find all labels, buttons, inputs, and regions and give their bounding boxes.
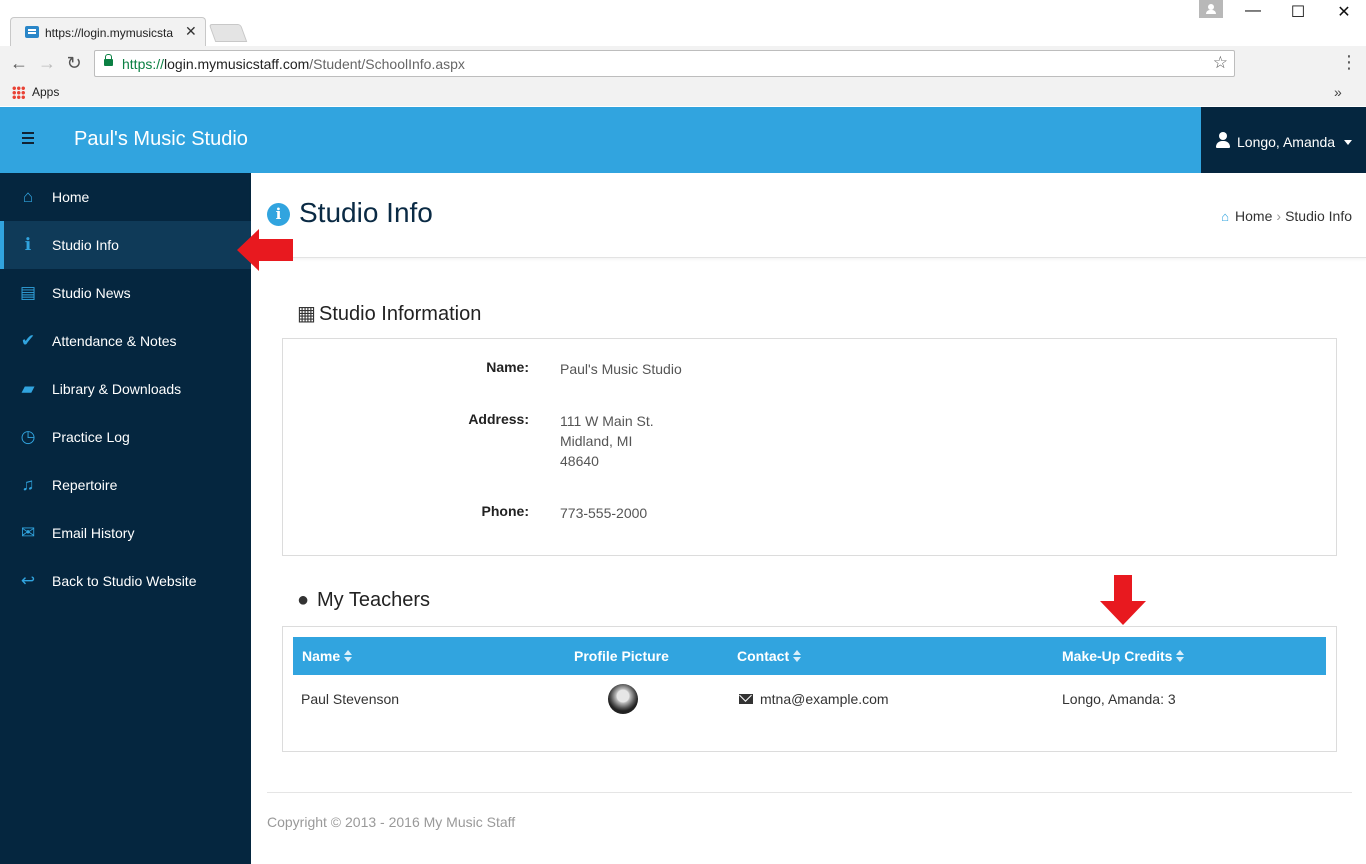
- browser-tab[interactable]: https://login.mymusicsta ✕: [10, 17, 206, 46]
- studio-brand[interactable]: Paul's Music Studio: [74, 128, 248, 151]
- sidebar-item-label: Studio Info: [52, 237, 119, 253]
- browser-toolbar: ← → ↻ https://login.mymusicstaff.com/Stu…: [0, 46, 1366, 82]
- hamburger-menu-icon[interactable]: [22, 132, 34, 146]
- apps-bookmark[interactable]: Apps: [32, 85, 59, 99]
- sidebar-item-attendance-notes[interactable]: ✔ Attendance & Notes: [0, 317, 251, 365]
- sidebar-item-label: Email History: [52, 525, 135, 541]
- sidebar-item-library-downloads[interactable]: ▰ Library & Downloads: [0, 365, 251, 413]
- sidebar-item-repertoire[interactable]: ♫ Repertoire: [0, 461, 251, 509]
- sidebar-item-label: Home: [52, 189, 90, 205]
- browser-profile-icon[interactable]: [1199, 0, 1223, 18]
- breadcrumb-current: Studio Info: [1285, 208, 1352, 224]
- phone-label: Phone:: [481, 503, 529, 519]
- sidebar-item-back-to-website[interactable]: ↩ Back to Studio Website: [0, 557, 251, 605]
- bookmark-star-icon[interactable]: ☆: [1213, 53, 1228, 73]
- forward-arrow-icon[interactable]: →: [35, 53, 59, 74]
- user-name: Longo, Amanda: [1237, 134, 1336, 150]
- lock-icon: [104, 54, 113, 66]
- red-arrow-down-annotation: [1100, 575, 1146, 625]
- column-header-contact[interactable]: Contact: [737, 648, 802, 664]
- page-title: Studio Info: [299, 197, 433, 228]
- sidebar-item-studio-info[interactable]: ℹ Studio Info: [0, 221, 251, 269]
- sidebar-item-label: Attendance & Notes: [52, 333, 177, 349]
- reply-icon: ↩: [20, 571, 36, 590]
- studio-information-panel: Name: Paul's Music Studio Address: 111 W…: [282, 338, 1337, 556]
- address-value: 111 W Main St. Midland, MI 48640: [560, 411, 654, 471]
- address-label: Address:: [468, 411, 529, 427]
- favicon-icon: [25, 26, 39, 38]
- home-icon: ⌂: [22, 187, 34, 206]
- name-label: Name:: [486, 359, 529, 375]
- breadcrumb: ⌂ Home › Studio Info: [1221, 208, 1352, 224]
- info-icon: ℹ: [24, 235, 32, 254]
- apps-grid-icon[interactable]: [12, 86, 25, 99]
- sidebar-item-label: Studio News: [52, 285, 131, 301]
- address-line: 111 W Main St.: [560, 413, 654, 429]
- page-header: i Studio Info ⌂ Home › Studio Info: [251, 173, 1366, 258]
- address-bar[interactable]: https://login.mymusicstaff.com/Student/S…: [94, 50, 1235, 77]
- bookmarks-overflow-icon[interactable]: »: [1334, 84, 1342, 100]
- sort-icon: [1176, 650, 1185, 662]
- envelope-icon: [739, 694, 753, 704]
- column-header-profile-picture: Profile Picture: [574, 648, 669, 664]
- footer-divider: [267, 792, 1352, 793]
- user-icon: ●: [297, 589, 310, 611]
- app-header: Paul's Music Studio Longo, Amanda: [0, 107, 1366, 173]
- check-icon: ✔: [20, 331, 36, 350]
- envelope-icon: ✉: [20, 523, 36, 542]
- address-line: 48640: [560, 453, 599, 469]
- column-header-name[interactable]: Name: [302, 648, 353, 664]
- url-text[interactable]: https://login.mymusicstaff.com/Student/S…: [122, 56, 465, 72]
- sidebar-item-label: Library & Downloads: [52, 381, 182, 397]
- book-icon: ▰: [21, 379, 35, 398]
- close-window-button[interactable]: ✕: [1332, 2, 1356, 22]
- footer-copyright: Copyright © 2013 - 2016 My Music Staff: [267, 814, 516, 830]
- bookmarks-bar: Apps »: [0, 82, 1366, 106]
- sidebar-item-email-history[interactable]: ✉ Email History: [0, 509, 251, 557]
- sort-icon: [793, 650, 802, 662]
- user-menu[interactable]: Longo, Amanda: [1201, 107, 1366, 173]
- caret-down-icon: [1344, 140, 1352, 145]
- browser-menu-icon[interactable]: ⋮: [1340, 52, 1358, 73]
- table-header: Name Profile Picture Contact Make-Up Cre…: [293, 637, 1326, 675]
- tab-strip: https://login.mymusicsta ✕ — ☐ ✕: [0, 0, 1366, 46]
- phone-value: 773-555-2000: [560, 505, 648, 521]
- teacher-contact[interactable]: mtna@example.com: [739, 691, 889, 707]
- studio-information-heading: ▦ Studio Information: [297, 303, 482, 325]
- tab-close-icon[interactable]: ✕: [185, 23, 197, 40]
- makeup-credits-value: Longo, Amanda: 3: [1062, 691, 1176, 707]
- sidebar-item-practice-log[interactable]: ◷ Practice Log: [0, 413, 251, 461]
- building-icon: ▦: [297, 303, 316, 325]
- minimize-button[interactable]: —: [1241, 2, 1265, 20]
- teacher-name: Paul Stevenson: [301, 691, 400, 707]
- sort-icon: [344, 650, 353, 662]
- address-line: Midland, MI: [560, 433, 633, 449]
- sidebar-item-studio-news[interactable]: ▤ Studio News: [0, 269, 251, 317]
- teacher-avatar: [608, 684, 638, 714]
- home-icon[interactable]: ⌂: [1221, 209, 1229, 224]
- sidebar-item-home[interactable]: ⌂ Home: [0, 173, 251, 221]
- breadcrumb-home[interactable]: Home: [1235, 208, 1272, 224]
- breadcrumb-separator: ›: [1276, 208, 1282, 224]
- maximize-button[interactable]: ☐: [1286, 2, 1310, 22]
- my-teachers-heading: ● My Teachers: [297, 589, 431, 611]
- column-header-makeup-credits[interactable]: Make-Up Credits: [1062, 648, 1185, 664]
- sidebar: ⌂ Home ℹ Studio Info ▤ Studio News ✔ Att…: [0, 173, 251, 864]
- sidebar-item-label: Back to Studio Website: [52, 573, 197, 589]
- tab-title: https://login.mymusicsta: [45, 26, 174, 40]
- newspaper-icon: ▤: [19, 283, 37, 302]
- teachers-table: Name Profile Picture Contact Make-Up Cre…: [282, 626, 1337, 752]
- name-value: Paul's Music Studio: [560, 361, 682, 377]
- sidebar-item-label: Practice Log: [52, 429, 130, 445]
- back-arrow-icon[interactable]: ←: [7, 53, 31, 74]
- music-note-icon: ♫: [21, 475, 35, 494]
- user-icon: [1216, 132, 1230, 148]
- reload-icon[interactable]: ↻: [62, 53, 86, 74]
- new-tab-button[interactable]: [208, 24, 248, 42]
- sidebar-item-label: Repertoire: [52, 477, 118, 493]
- browser-chrome: https://login.mymusicsta ✕ — ☐ ✕ ← → ↻ h…: [0, 0, 1366, 106]
- info-circle-icon: i: [267, 203, 290, 226]
- red-arrow-left-annotation: [237, 229, 293, 271]
- clock-icon: ◷: [20, 427, 36, 446]
